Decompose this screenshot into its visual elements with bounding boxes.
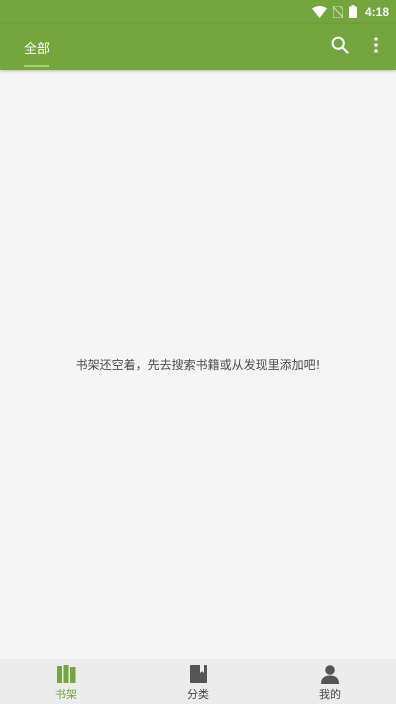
more-options-button[interactable] bbox=[366, 34, 386, 60]
nav-profile-label: 我的 bbox=[319, 688, 341, 701]
nav-category-label: 分类 bbox=[187, 688, 209, 701]
bookshelf-icon bbox=[56, 664, 76, 684]
nav-profile[interactable]: 我的 bbox=[264, 659, 396, 704]
bottom-navigation: 书架 分类 我的 bbox=[0, 659, 396, 704]
search-button[interactable] bbox=[327, 34, 353, 60]
tab-all[interactable]: 全部 bbox=[24, 24, 50, 70]
battery-icon bbox=[348, 3, 357, 22]
empty-shelf-message: 书架还空着，先去搜索书籍或从发现里添加吧! bbox=[75, 358, 321, 372]
search-icon bbox=[331, 36, 349, 58]
tab-indicator bbox=[24, 65, 49, 67]
wifi-icon bbox=[311, 3, 327, 22]
nav-bookshelf[interactable]: 书架 bbox=[0, 659, 132, 704]
more-vert-icon bbox=[374, 37, 378, 57]
tab-all-label: 全部 bbox=[24, 41, 51, 57]
no-sim-icon bbox=[332, 3, 344, 22]
app-bar: 全部 bbox=[0, 24, 396, 70]
nav-category[interactable]: 分类 bbox=[132, 659, 264, 704]
clock: 4:18 bbox=[364, 5, 389, 19]
status-bar: 4:18 bbox=[0, 0, 396, 24]
category-book-icon bbox=[188, 664, 208, 684]
person-icon bbox=[320, 664, 340, 684]
nav-bookshelf-label: 书架 bbox=[55, 688, 77, 701]
